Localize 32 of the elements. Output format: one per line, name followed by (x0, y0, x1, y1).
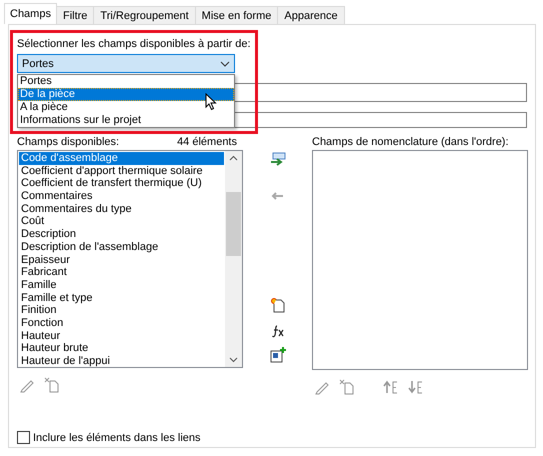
dropdown-option[interactable]: Portes (18, 75, 234, 88)
list-item[interactable]: Description (19, 228, 224, 241)
list-item[interactable]: Coefficient de transfert thermique (U) (19, 177, 224, 190)
checkbox-label: Inclure les éléments dans les liens (33, 432, 201, 444)
dropdown-option[interactable]: A la pièce (18, 101, 234, 114)
list-item[interactable]: Famille et type (19, 292, 224, 304)
list-item[interactable]: Fonction (19, 316, 224, 330)
list-item[interactable]: Hauteur (19, 330, 224, 342)
list-item[interactable]: Coefficient d'apport thermique solaire (19, 164, 224, 178)
list-item[interactable]: Hauteur brute (19, 342, 224, 355)
tab[interactable]: Apparence (277, 6, 345, 24)
dropdown-option[interactable]: Informations sur le projet (18, 114, 234, 127)
tab[interactable]: Champs (4, 3, 57, 24)
tab[interactable]: Tri/Regroupement (93, 6, 196, 24)
schedule-fields-label: Champs de nomenclature (dans l'ordre): (312, 136, 509, 150)
list-item[interactable]: Commentaires du type (19, 202, 224, 216)
list-item[interactable]: Description de l'assemblage (19, 240, 224, 254)
item-count: 44 éléments (177, 136, 237, 150)
available-fields-label: Champs disponibles: (17, 136, 120, 150)
list-item[interactable]: Code d'assemblage (19, 152, 224, 165)
list-item[interactable]: Famille (19, 278, 224, 292)
source-dropdown[interactable]: Portes (17, 54, 235, 73)
list-item[interactable]: Hauteur de l'appui (19, 355, 224, 367)
list-item[interactable]: Finition (19, 304, 224, 317)
tab[interactable]: Filtre (56, 6, 94, 24)
list-item[interactable]: Fabricant (19, 266, 224, 279)
source-label: Sélectionner les champs disponibles à partir de: (17, 38, 251, 52)
list-item[interactable]: Coût (19, 215, 224, 228)
list-item[interactable]: Commentaires (19, 190, 224, 203)
tab[interactable]: Mise en forme (194, 6, 278, 24)
list-item[interactable]: Epaisseur (19, 254, 224, 266)
dropdown-option[interactable]: De la pièce (18, 88, 234, 101)
